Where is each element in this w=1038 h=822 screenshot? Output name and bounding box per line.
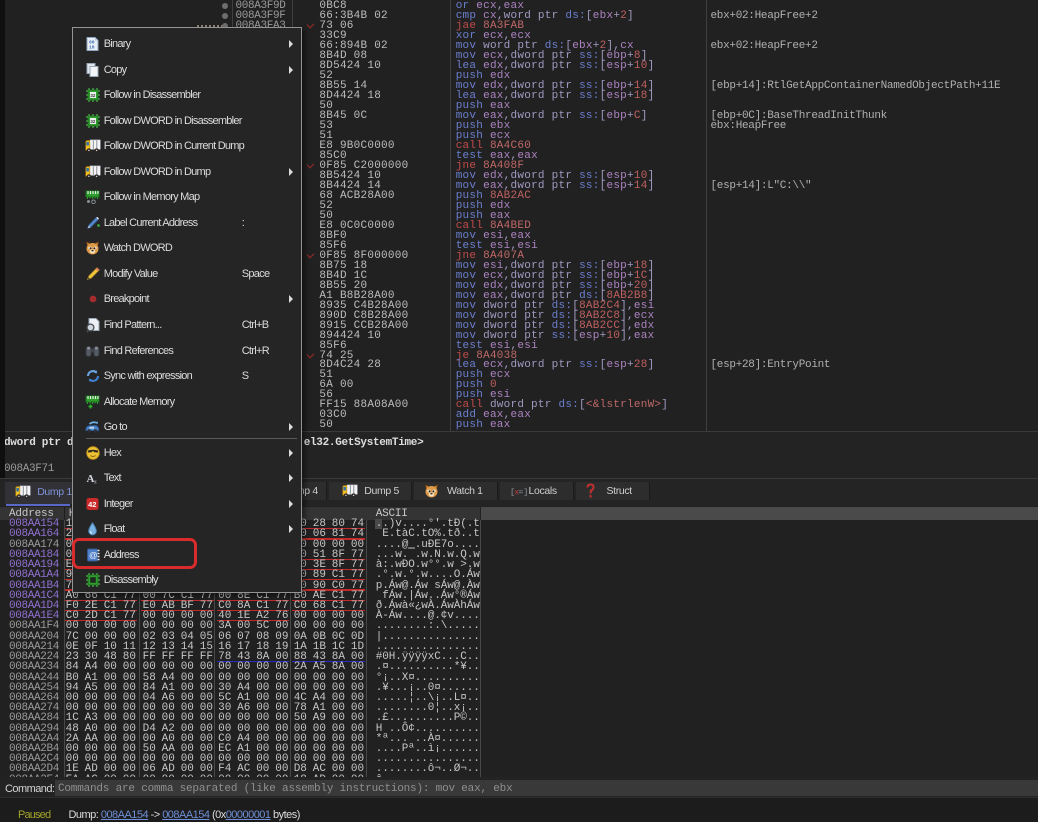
svg-text:32: 32 (90, 119, 95, 124)
svg-text:32: 32 (90, 93, 95, 98)
svg-text:=]: =] (518, 488, 528, 497)
svg-text:z: z (94, 479, 97, 485)
svg-text:42: 42 (88, 500, 96, 509)
svg-text:10: 10 (89, 44, 95, 50)
